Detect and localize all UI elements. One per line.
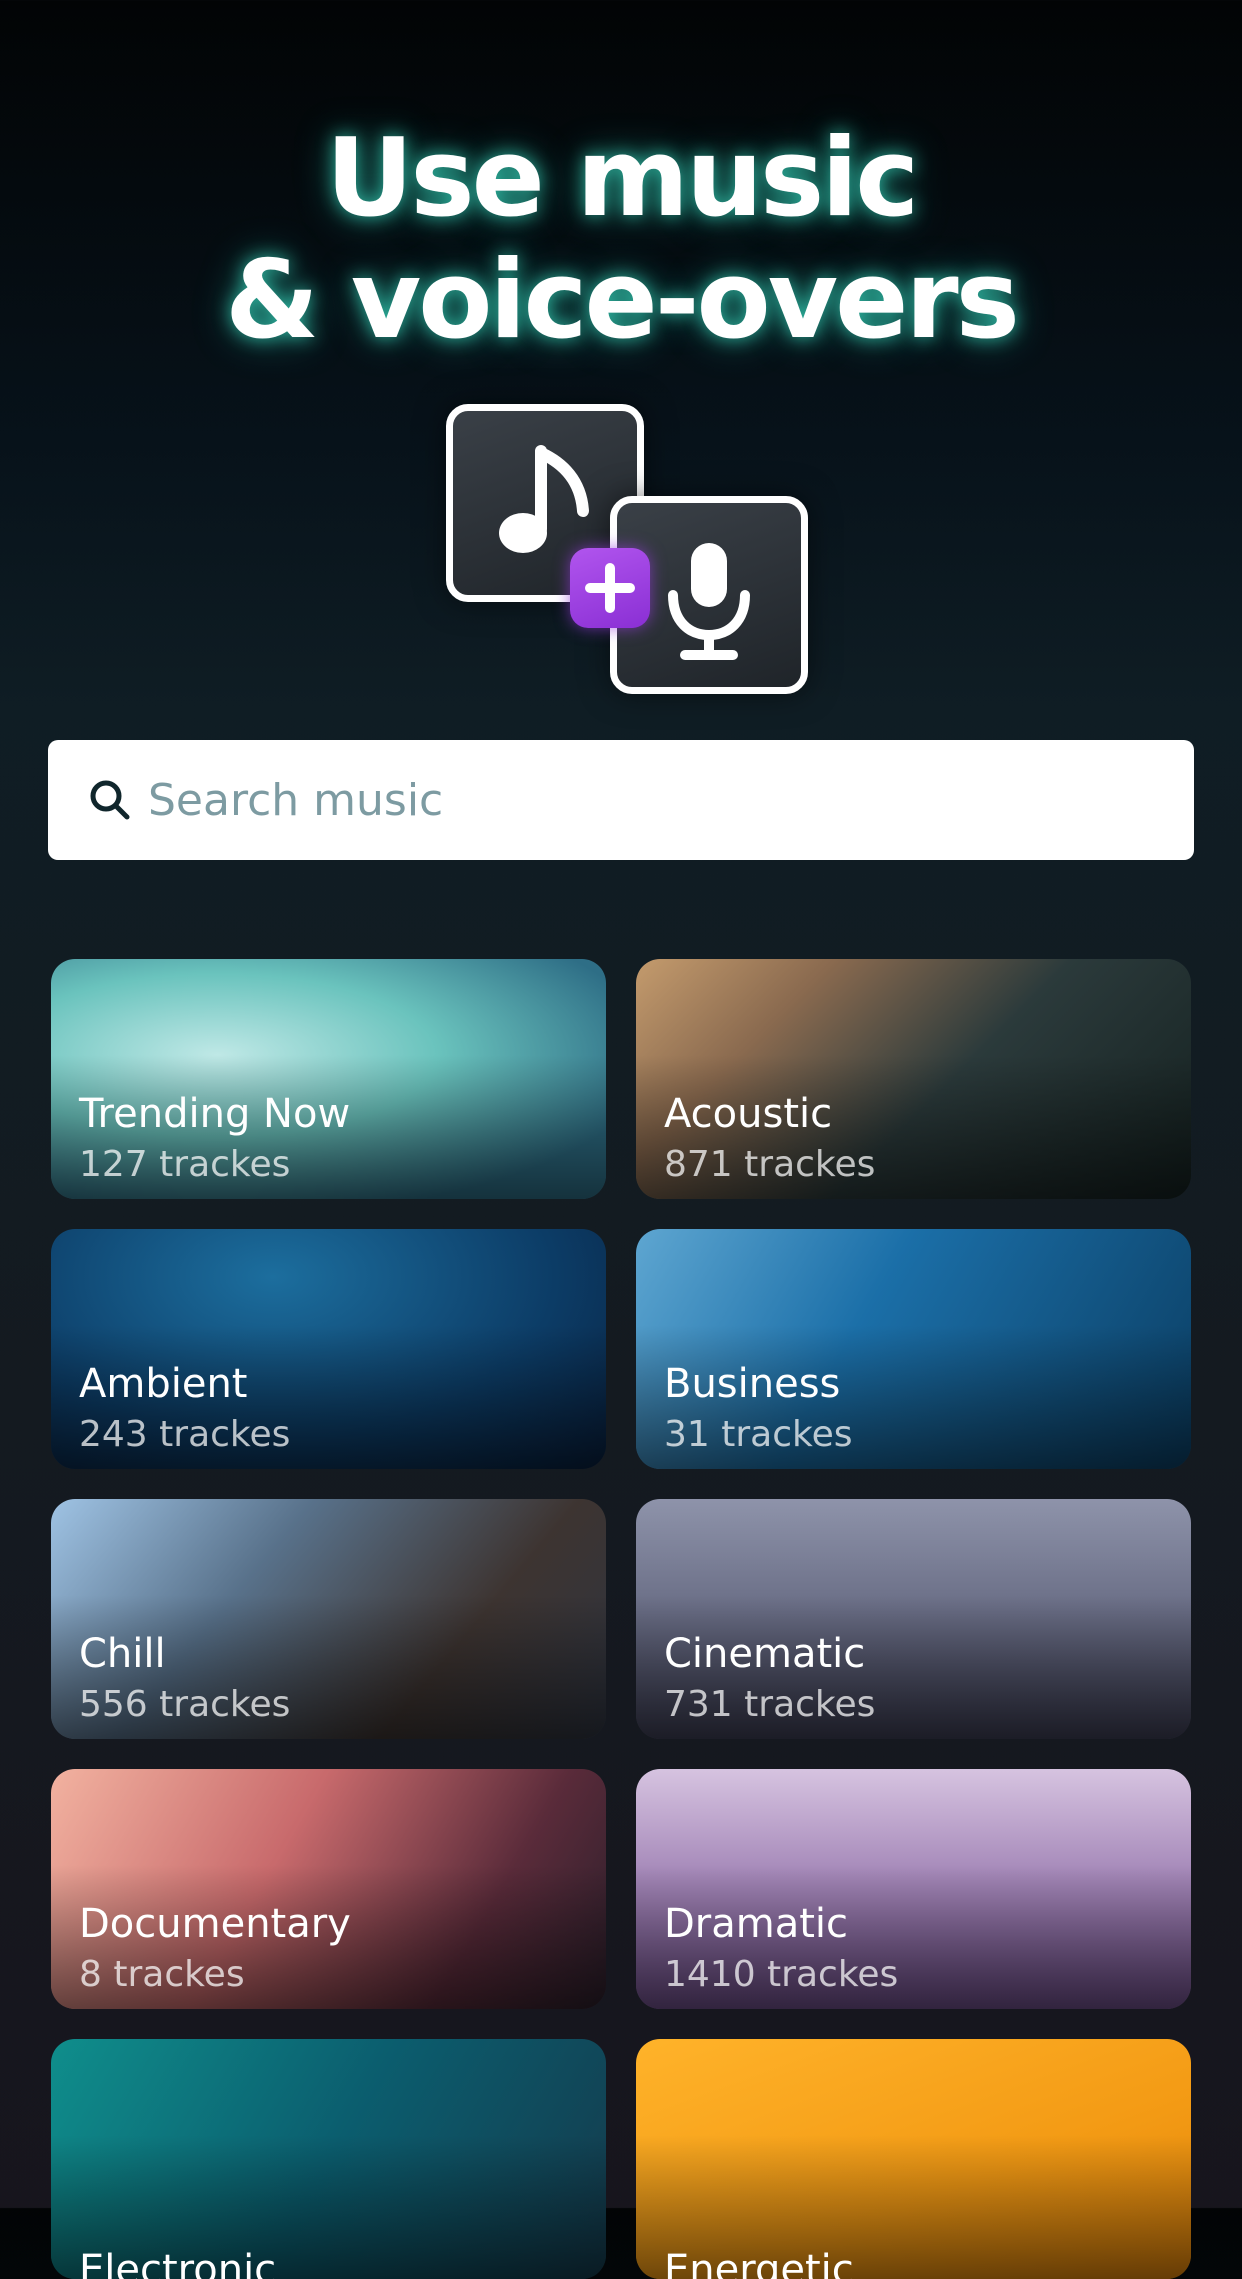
category-title: Chill xyxy=(79,1631,166,1677)
category-card-acoustic[interactable]: Acoustic 871 trackes xyxy=(636,959,1191,1199)
category-track-count: 127 trackes xyxy=(79,1144,291,1185)
category-title: Acoustic xyxy=(664,1091,833,1137)
category-card-dramatic[interactable]: Dramatic 1410 trackes xyxy=(636,1769,1191,2009)
category-title: Electronic xyxy=(79,2247,277,2279)
category-track-count: 731 trackes xyxy=(664,1684,876,1725)
plus-icon xyxy=(570,548,650,628)
category-title: Dramatic xyxy=(664,1901,849,1947)
search-input[interactable] xyxy=(146,773,1050,827)
music-voice-illustration xyxy=(440,400,820,694)
page-title: Use music & voice-overs xyxy=(0,118,1242,362)
category-card-ambient[interactable]: Ambient 243 trackes xyxy=(51,1229,606,1469)
category-card-cinematic[interactable]: Cinematic 731 trackes xyxy=(636,1499,1191,1739)
category-card-trending-now[interactable]: Trending Now 127 trackes xyxy=(51,959,606,1199)
category-track-count: 556 trackes xyxy=(79,1684,291,1725)
title-line-1: Use music xyxy=(325,116,920,241)
category-card-chill[interactable]: Chill 556 trackes xyxy=(51,1499,606,1739)
category-title: Energetic xyxy=(664,2247,854,2279)
category-card-electronic[interactable]: Electronic xyxy=(51,2039,606,2279)
category-card-documentary[interactable]: Documentary 8 trackes xyxy=(51,1769,606,2009)
category-track-count: 243 trackes xyxy=(79,1414,291,1455)
search-icon xyxy=(90,780,130,820)
category-title: Documentary xyxy=(79,1901,351,1947)
category-card-energetic[interactable]: Energetic xyxy=(636,2039,1191,2279)
category-track-count: 8 trackes xyxy=(79,1954,245,1995)
title-line-2: & voice-overs xyxy=(225,238,1020,363)
category-title: Cinematic xyxy=(664,1631,866,1677)
category-title: Business xyxy=(664,1361,841,1407)
category-title: Ambient xyxy=(79,1361,248,1407)
category-track-count: 31 trackes xyxy=(664,1414,853,1455)
category-card-business[interactable]: Business 31 trackes xyxy=(636,1229,1191,1469)
search-bar[interactable] xyxy=(48,740,1194,860)
category-track-count: 871 trackes xyxy=(664,1144,876,1185)
category-track-count: 1410 trackes xyxy=(664,1954,899,1995)
category-title: Trending Now xyxy=(79,1091,351,1137)
